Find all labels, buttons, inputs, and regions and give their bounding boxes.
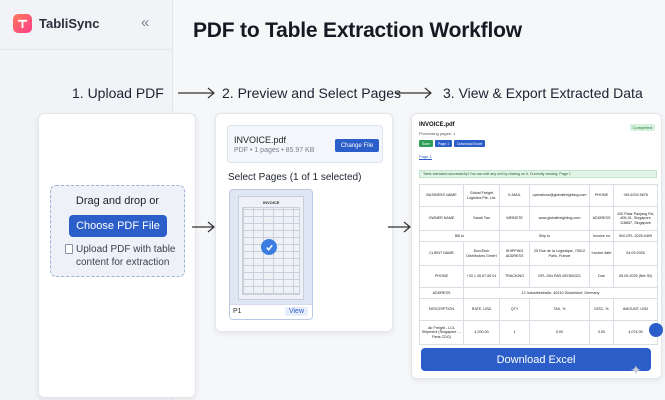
result-toolbar: Save Page 1 Download Excel <box>419 140 486 147</box>
result-card: INVOICE.pdf Processing pages: 1 Complete… <box>411 113 662 379</box>
arrow-right-icon <box>192 221 215 233</box>
table-row: BUSINESS NAME Global Freight Logistics P… <box>419 184 658 207</box>
table-row: Bill to Ship to Invoice no INV-GFL-2025-… <box>419 230 658 242</box>
table-cell[interactable]: Invoice no <box>589 230 614 242</box>
table-cell[interactable]: 1 <box>499 320 530 345</box>
table-cell[interactable]: operations@globalfreightlog.com <box>529 184 590 207</box>
upload-hint-text: Upload PDF with table content for extrac… <box>76 244 176 268</box>
table-cell[interactable]: +65 6234 5678 <box>613 184 658 207</box>
table-cell[interactable]: PHONE <box>589 184 614 207</box>
table-cell[interactable]: PHONE <box>419 265 464 288</box>
table-cell[interactable]: SHIPPING ADDRESS <box>499 241 530 266</box>
download-excel-small-button[interactable]: Download Excel <box>454 140 486 147</box>
arrow-right-icon <box>178 87 215 99</box>
chevrons-left-icon[interactable]: « <box>141 15 149 30</box>
table-cell[interactable]: 100 Pasir Panjang Rd, #05-01, Singapore … <box>613 206 658 231</box>
table-cell[interactable]: OWNER NAME <box>419 206 464 231</box>
table-cell[interactable]: Ship to <box>499 230 590 242</box>
file-meta: PDF • 1 pages • 85.97 KB <box>234 147 315 154</box>
table-row: OWNER NAME Sarah Tan WEBSITE www.globalf… <box>419 206 658 231</box>
table-cell[interactable]: 05.09.2025 (Net 30) <box>613 265 658 288</box>
table-cell[interactable]: TRACKING <box>499 265 530 288</box>
download-excel-button[interactable]: Download Excel <box>421 348 651 371</box>
tablisync-logo-icon <box>13 14 32 33</box>
upload-hint: Upload PDF with table content for extrac… <box>65 243 183 269</box>
table-row: CLIENT NAME EuroTech Distributors GmbH S… <box>419 241 658 266</box>
thumbnail-title: INVOICE <box>263 200 280 205</box>
table-cell[interactable]: Bill to <box>419 230 500 242</box>
table-cell[interactable]: AMOUNT, USD <box>613 298 658 321</box>
table-cell[interactable]: TAX, % <box>529 298 590 321</box>
view-page-button[interactable]: View <box>284 307 308 316</box>
table-cell[interactable]: EuroTech Distributors GmbH <box>463 241 500 266</box>
brand-name: TabliSync <box>39 16 100 31</box>
choose-pdf-button[interactable]: Choose PDF File <box>69 215 167 237</box>
drag-drop-text: Drag and drop or <box>75 195 160 207</box>
thumbnail-footer: P1 View <box>230 304 312 319</box>
table-cell[interactable]: Invoice date <box>589 241 614 266</box>
result-file-name: INVOICE.pdf <box>419 122 455 128</box>
floating-action-icon[interactable] <box>649 323 663 337</box>
page-number: P1 <box>233 308 242 315</box>
table-cell[interactable]: DISC, % <box>589 298 614 321</box>
table-cell[interactable]: 3.00 <box>589 320 614 345</box>
table-row: ADDRESS 12 Industriestraße, 40210 Düssel… <box>419 287 658 299</box>
table-cell[interactable]: 04.09.2025 <box>613 241 658 266</box>
table-cell[interactable]: ADDRESS <box>589 206 614 231</box>
page-title: PDF to Table Extraction Workflow <box>193 19 522 42</box>
brand[interactable]: TabliSync <box>13 14 99 33</box>
sidebar-divider <box>0 49 173 50</box>
table-cell[interactable]: Air Freight - LCL Shipment (Singapore → … <box>419 320 464 345</box>
table-cell[interactable]: 4,200.00 <box>463 320 500 345</box>
table-cell[interactable]: +33 1 45 67 89 01 <box>463 265 500 288</box>
table-row: DESCRIPTION RATE, USD QTY TAX, % DISC, %… <box>419 298 658 321</box>
sparkle-icon: ✦ <box>630 362 642 378</box>
table-row: Air Freight - LCL Shipment (Singapore → … <box>419 320 658 345</box>
table-cell[interactable]: GFL-SIN-PAR-987654321 <box>529 265 590 288</box>
page-button[interactable]: Page 1 <box>434 140 453 147</box>
extracted-table: BUSINESS NAME Global Freight Logistics P… <box>419 184 658 345</box>
table-cell[interactable]: Sarah Tan <box>463 206 500 231</box>
table-cell[interactable]: BUSINESS NAME <box>419 184 464 207</box>
table-cell[interactable]: RATE, USD <box>463 298 500 321</box>
arrow-right-icon <box>388 221 411 233</box>
file-name: INVOICE.pdf <box>234 135 287 145</box>
step-preview-label: 2. Preview and Select Pages <box>222 85 401 101</box>
tab-page-1[interactable]: Page 1 <box>419 154 432 160</box>
status-badge: Completed <box>629 124 655 131</box>
table-cell[interactable]: 12 Industriestraße, 40210 Düsseldorf, Ge… <box>463 287 658 299</box>
arrow-right-icon <box>395 87 432 99</box>
save-button[interactable]: Save <box>419 140 433 147</box>
table-cell[interactable]: QTY <box>499 298 530 321</box>
checkmark-icon <box>261 239 277 255</box>
table-cell[interactable]: ADDRESS <box>419 287 464 299</box>
table-cell[interactable]: E-MAIL <box>499 184 530 207</box>
page-thumbnail[interactable]: INVOICE P1 View <box>229 189 313 320</box>
table-cell[interactable]: Global Freight Logistics Pte. Ltd. <box>463 184 500 207</box>
upload-card: Drag and drop or Choose PDF File Upload … <box>38 113 196 398</box>
step-export-label: 3. View & Export Extracted Data <box>443 85 643 101</box>
table-cell[interactable]: CLIENT NAME <box>419 241 464 266</box>
table-cell[interactable]: DESCRIPTION <box>419 298 464 321</box>
drop-zone[interactable]: Drag and drop or Choose PDF File Upload … <box>50 185 185 277</box>
processing-pages: Processing pages: 1 <box>419 131 456 136</box>
table-row: PHONE +33 1 45 67 89 01 TRACKING GFL-SIN… <box>419 265 658 288</box>
table-cell[interactable]: WEBSITE <box>499 206 530 231</box>
success-notice: Table extracted successfully! You can ed… <box>419 170 657 178</box>
table-cell[interactable]: 25 Rue de la Logistique, 75012 Paris, Fr… <box>529 241 590 266</box>
change-file-button[interactable]: Change File <box>335 139 379 152</box>
table-cell[interactable]: Due <box>589 265 614 288</box>
file-info: INVOICE.pdf PDF • 1 pages • 85.97 KB Cha… <box>227 125 383 163</box>
table-cell[interactable]: www.globalfreightlog.com <box>529 206 590 231</box>
file-icon <box>65 244 73 254</box>
table-cell[interactable]: 0.00 <box>529 320 590 345</box>
table-cell[interactable]: INV-GFL-2025-0409 <box>613 230 658 242</box>
select-pages-label: Select Pages (1 of 1 selected) <box>228 172 362 183</box>
preview-card: INVOICE.pdf PDF • 1 pages • 85.97 KB Cha… <box>215 113 393 332</box>
step-upload-label: 1. Upload PDF <box>72 85 164 101</box>
